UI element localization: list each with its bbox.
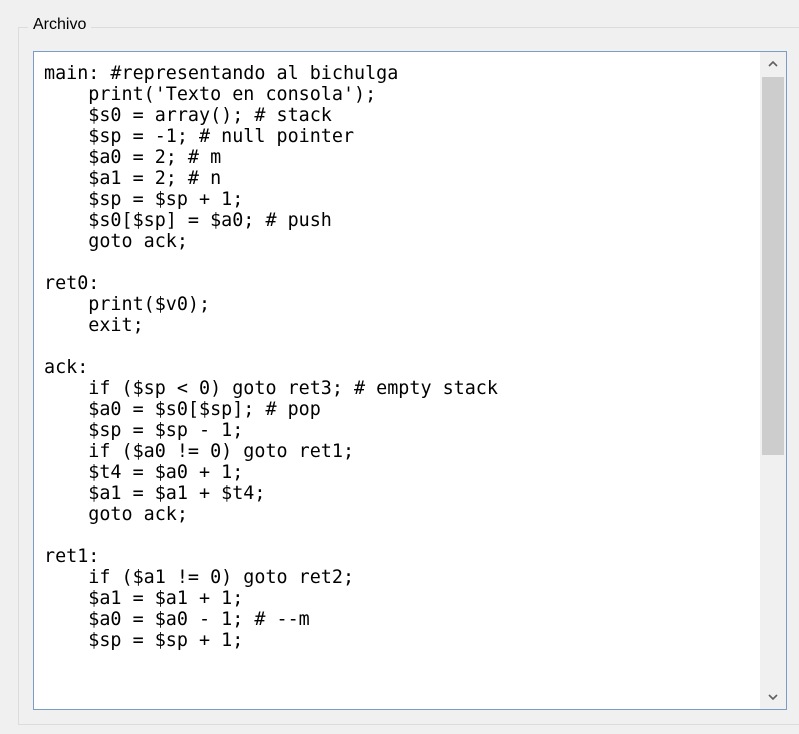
code-line: $a0 = $s0[$sp]; # pop <box>44 399 321 420</box>
groupbox-label: Archivo <box>28 15 92 35</box>
code-line: $a0 = $a0 - 1; # --m <box>44 609 310 630</box>
code-line: ret0: <box>44 273 100 294</box>
code-line: $a0 = 2; # m <box>44 147 222 168</box>
code-line: $a1 = 2; # n <box>44 168 222 189</box>
code-line: $a1 = $a1 + $t4; <box>44 483 266 504</box>
code-line: if ($a1 != 0) goto ret2; <box>44 567 355 588</box>
code-line: if ($sp < 0) goto ret3; # empty stack <box>44 378 498 399</box>
code-text-area[interactable]: main: #representando al bichulga print('… <box>34 52 760 709</box>
scroll-down-button[interactable] <box>760 685 786 709</box>
code-line: $a1 = $a1 + 1; <box>44 588 244 609</box>
scroll-up-button[interactable] <box>760 52 786 76</box>
code-line: print('Texto en consola'); <box>44 84 377 105</box>
vertical-scrollbar[interactable] <box>760 52 786 709</box>
code-line: $t4 = $a0 + 1; <box>44 462 244 483</box>
code-line: main: #representando al bichulga <box>44 63 399 84</box>
code-line: goto ack; <box>44 504 188 525</box>
code-line: print($v0); <box>44 294 211 315</box>
scroll-thumb[interactable] <box>762 77 784 455</box>
code-line: $sp = -1; # null pointer <box>44 126 355 147</box>
code-line: $sp = $sp - 1; <box>44 420 244 441</box>
code-line: $s0 = array(); # stack <box>44 105 332 126</box>
chevron-up-icon <box>768 60 778 67</box>
code-editor[interactable]: main: #representando al bichulga print('… <box>33 51 787 710</box>
code-line: if ($a0 != 0) goto ret1; <box>44 441 355 462</box>
code-line: ack: <box>44 357 89 378</box>
code-line: goto ack; <box>44 231 188 252</box>
code-line: exit; <box>44 315 144 336</box>
code-line: $s0[$sp] = $a0; # push <box>44 210 332 231</box>
code-line: $sp = $sp + 1; <box>44 189 244 210</box>
code-line: $sp = $sp + 1; <box>44 630 244 651</box>
chevron-down-icon <box>768 694 778 701</box>
code-line: ret1: <box>44 546 100 567</box>
